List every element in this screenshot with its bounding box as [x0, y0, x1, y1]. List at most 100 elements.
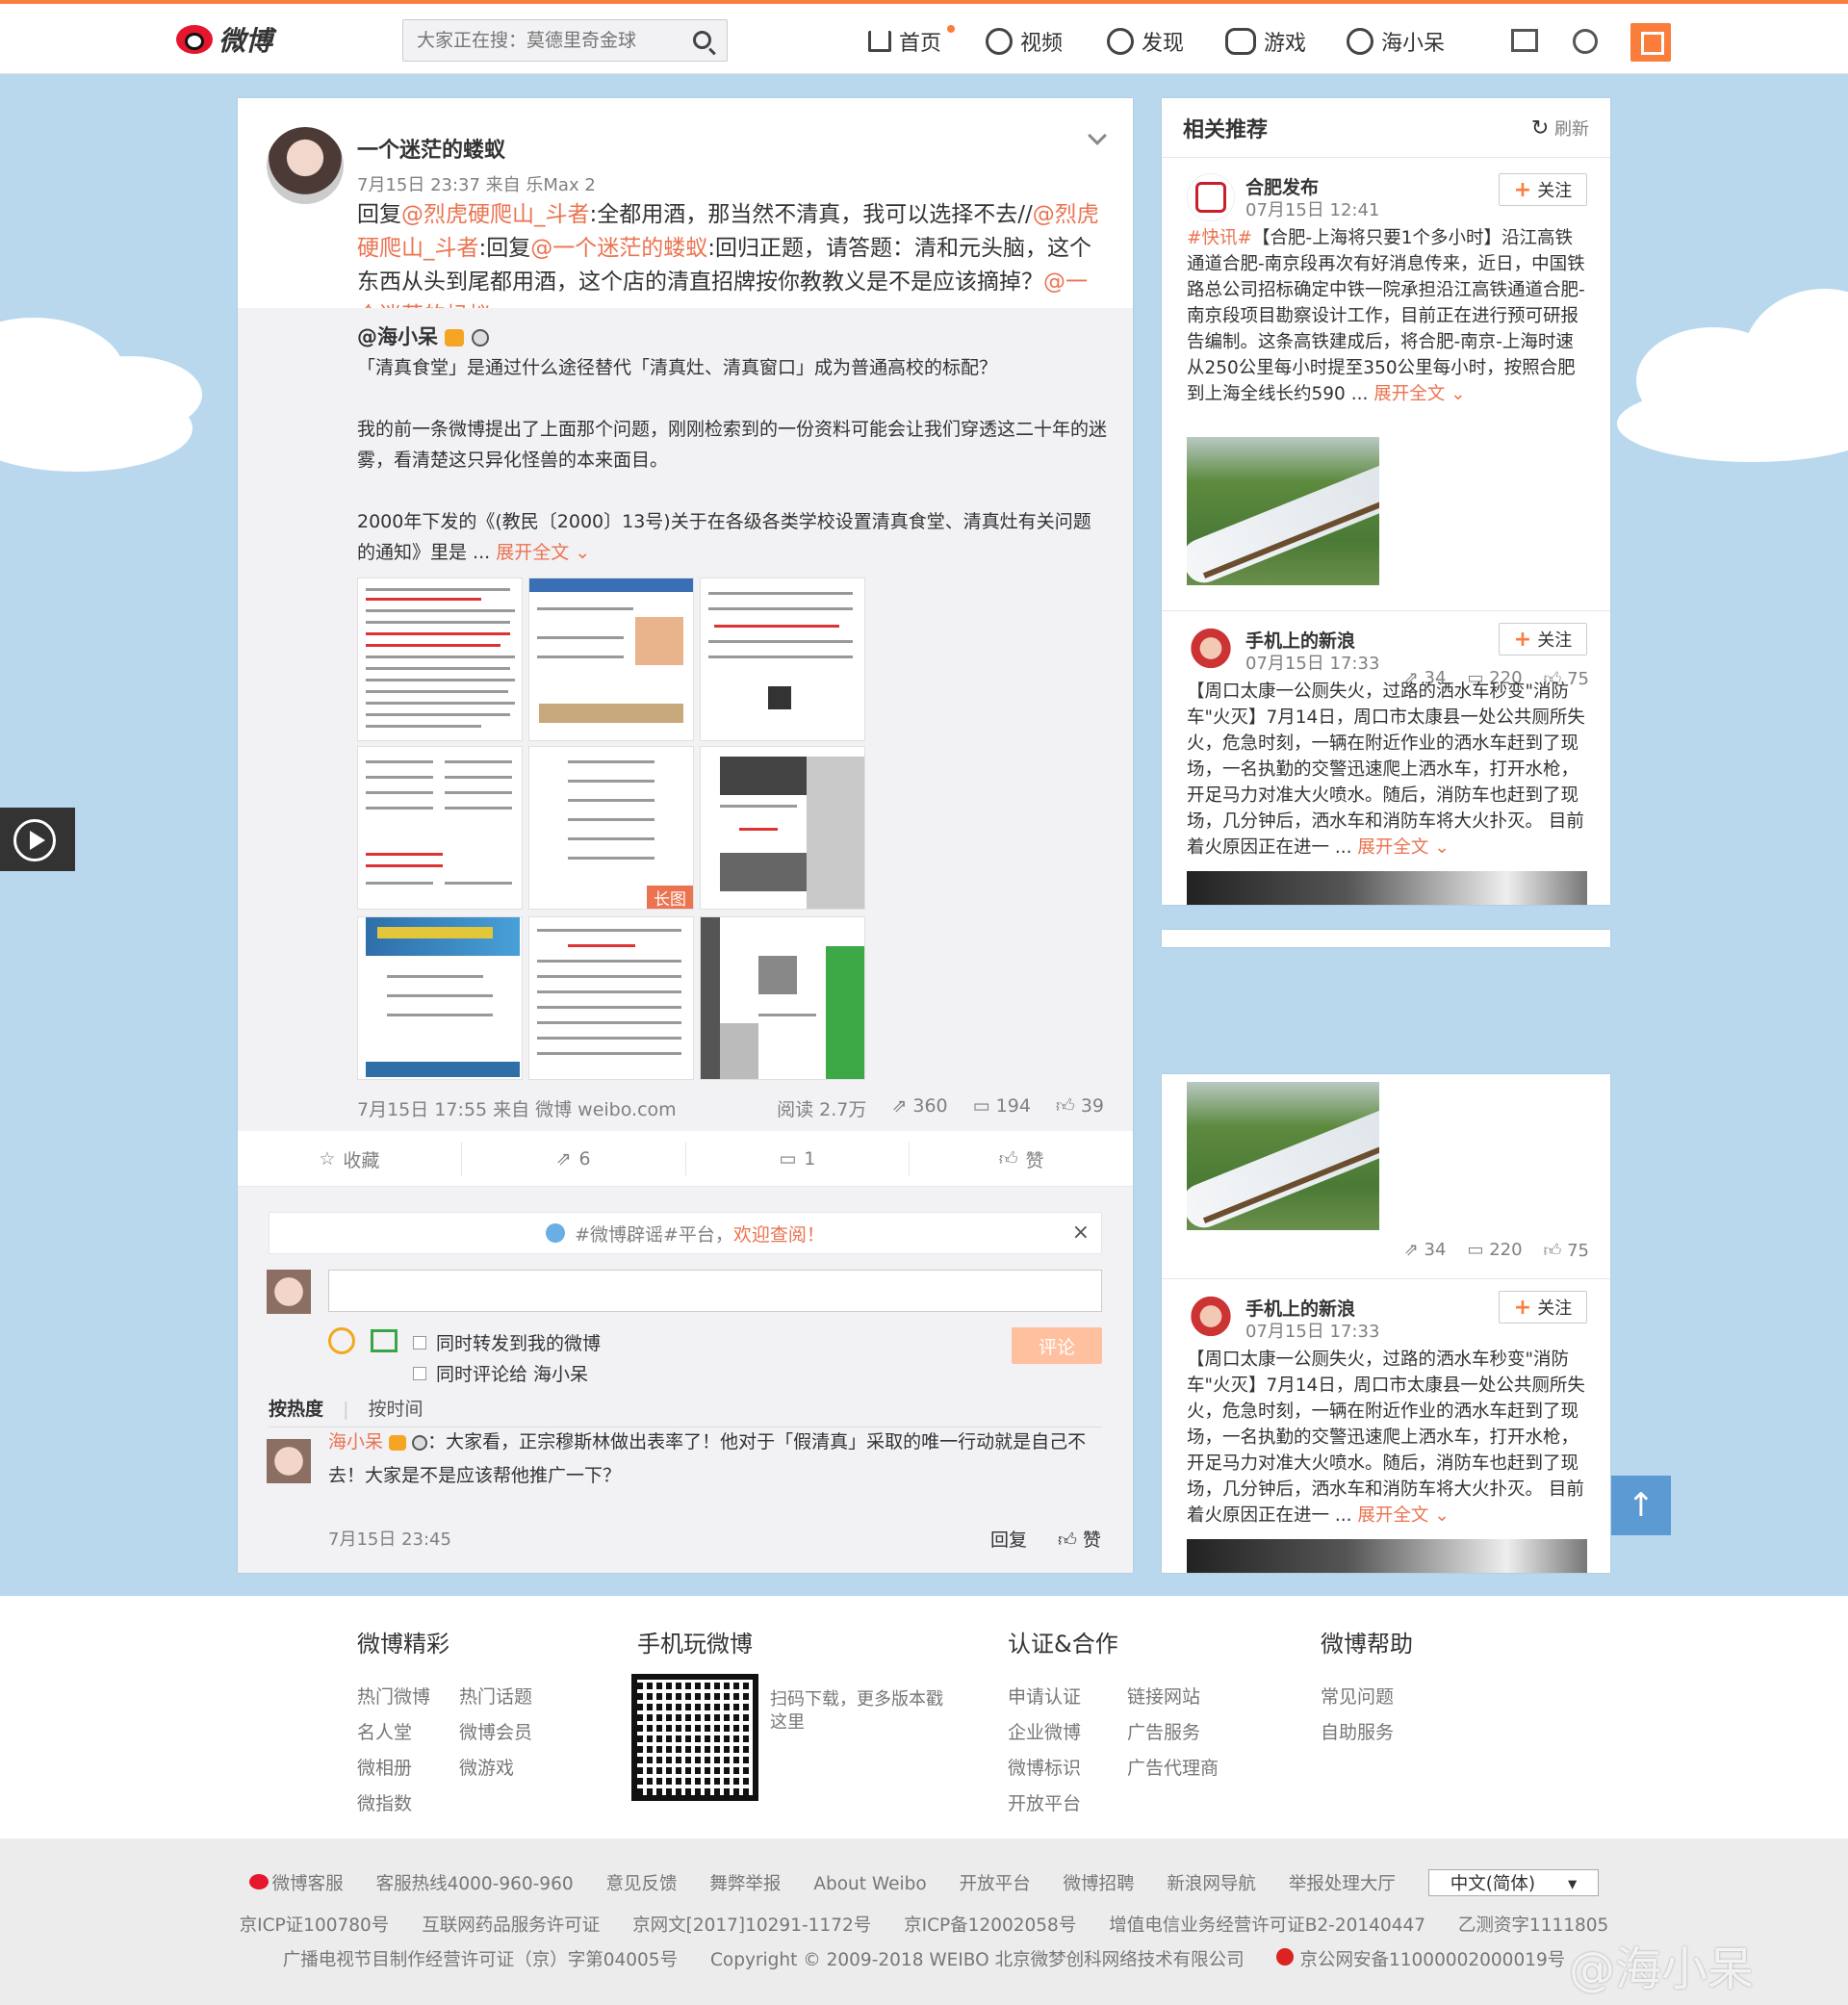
checkbox[interactable] — [413, 1335, 426, 1350]
nav-home[interactable]: 首页 — [868, 21, 955, 62]
footer-link[interactable]: 名人堂 — [357, 1715, 459, 1751]
avatar[interactable] — [1187, 1295, 1235, 1343]
train-photo[interactable] — [1187, 1082, 1379, 1230]
footer-link[interactable]: 常见问题 — [1321, 1680, 1413, 1715]
expand-link[interactable]: 展开全文 — [496, 542, 569, 563]
footer-link[interactable]: 广播电视节目制作经营许可证（京）字第04005号 — [283, 1950, 678, 1970]
footer-link[interactable]: 互联网药品服务许可证 — [422, 1915, 600, 1936]
image-thumbnail[interactable] — [357, 578, 523, 741]
side-video-player[interactable] — [0, 808, 75, 871]
footer-link[interactable]: 热门话题 — [459, 1680, 561, 1715]
like-count[interactable]: 👍︎ 39 — [1056, 1095, 1104, 1121]
sort-by-time[interactable]: 按时间 — [369, 1399, 424, 1420]
favorite-button[interactable]: ☆ 收藏 — [238, 1143, 462, 1175]
original-author[interactable]: @海小呆 — [357, 321, 489, 350]
footer-link[interactable]: 广告代理商 — [1127, 1751, 1243, 1787]
expand-link[interactable]: 展开全文 — [1357, 1505, 1428, 1526]
refresh-button[interactable]: ↻ 刷新 — [1531, 116, 1589, 141]
footer-link[interactable]: 自助服务 — [1321, 1715, 1413, 1751]
my-avatar[interactable] — [267, 1270, 311, 1314]
footer-link[interactable]: 客服热线4000-960-960 — [376, 1874, 574, 1894]
footer-link[interactable]: 开放平台 — [1008, 1787, 1127, 1822]
comment-count[interactable]: ▭ 220 — [1467, 1240, 1522, 1261]
compose-button[interactable] — [1630, 23, 1671, 62]
follow-button[interactable]: + 关注 — [1499, 623, 1587, 655]
footer-link[interactable]: 意见反馈 — [606, 1874, 678, 1894]
sort-by-hot[interactable]: 按热度 — [269, 1399, 323, 1420]
repost-button[interactable]: ⇗ 6 — [462, 1143, 686, 1175]
follow-button[interactable]: + 关注 — [1499, 1291, 1587, 1324]
gear-icon[interactable] — [1573, 29, 1598, 54]
footer-link[interactable]: 广告服务 — [1127, 1715, 1243, 1751]
language-select[interactable]: 中文(简体) ▾ — [1427, 1869, 1600, 1896]
image-upload-icon[interactable] — [371, 1329, 398, 1352]
comment-button[interactable]: ▭ 1 — [686, 1143, 911, 1175]
footer-link[interactable]: 新浪网导航 — [1167, 1874, 1256, 1894]
footer-link[interactable]: 微博会员 — [459, 1715, 561, 1751]
weibo-logo[interactable]: 微博 — [176, 17, 272, 62]
footer-link[interactable]: About Weibo — [813, 1874, 926, 1894]
footer-link[interactable]: 微博客服 — [272, 1874, 344, 1894]
comment-count[interactable]: ▭ 194 — [973, 1095, 1031, 1121]
search-icon[interactable] — [693, 31, 711, 49]
avatar[interactable] — [1187, 627, 1235, 675]
post-time[interactable]: 7月15日 23:37 来自 乐Max 2 — [357, 171, 596, 196]
image-thumbnail[interactable] — [700, 578, 865, 741]
nav-profile[interactable]: 海小呆 — [1347, 21, 1445, 62]
notice-link[interactable]: 欢迎查阅！ — [733, 1221, 825, 1247]
account-name[interactable]: 手机上的新浪 — [1245, 1295, 1355, 1321]
footer-link[interactable]: 热门微博 — [357, 1680, 459, 1715]
submit-comment-button[interactable]: 评论 — [1012, 1327, 1102, 1364]
footer-link[interactable]: 微相册 — [357, 1751, 459, 1787]
footer-link[interactable]: 申请认证 — [1008, 1680, 1127, 1715]
mention-link[interactable]: @烈虎硬爬山_斗者 — [401, 202, 590, 227]
emoji-icon[interactable] — [328, 1327, 355, 1354]
account-name[interactable]: 手机上的新浪 — [1245, 627, 1355, 653]
follow-button[interactable]: + 关注 — [1499, 173, 1587, 206]
comment-input[interactable] — [328, 1270, 1102, 1312]
close-icon[interactable]: × — [1072, 1221, 1090, 1245]
mail-icon[interactable] — [1511, 29, 1538, 52]
footer-link[interactable]: 微博标识 — [1008, 1751, 1127, 1787]
chevron-down-icon[interactable]: ⌄ — [575, 542, 590, 563]
image-thumbnail[interactable] — [357, 746, 523, 910]
image-thumbnail[interactable] — [357, 916, 523, 1080]
nav-discover[interactable]: 发现 — [1107, 21, 1184, 62]
back-to-top-button[interactable]: ↑ — [1611, 1476, 1671, 1535]
video-thumbnail[interactable] — [1187, 871, 1587, 905]
image-thumbnail[interactable]: 长图 — [528, 746, 694, 910]
checkbox[interactable] — [413, 1366, 426, 1380]
qr-code[interactable] — [631, 1674, 758, 1801]
footer-link[interactable]: 京ICP备12002058号 — [904, 1915, 1076, 1936]
commenter-avatar[interactable] — [267, 1439, 311, 1483]
post-time[interactable]: 07月15日 12:41 — [1245, 196, 1379, 221]
app-download-link[interactable]: 扫码下载，更多版本戳这里 — [770, 1688, 943, 1735]
footer-link[interactable]: 微指数 — [357, 1787, 459, 1822]
repost-checkbox[interactable]: 同时转发到我的微博 — [413, 1329, 601, 1355]
account-name[interactable]: 合肥发布 — [1245, 173, 1319, 199]
chevron-down-icon[interactable] — [1088, 126, 1107, 145]
image-thumbnail[interactable] — [528, 578, 694, 741]
footer-link[interactable]: 京网文[2017]10291-1172号 — [632, 1915, 871, 1936]
expand-link[interactable]: 展开全文 — [1357, 837, 1428, 858]
image-thumbnail[interactable] — [700, 746, 865, 910]
commenter-name[interactable]: 海小呆 — [328, 1431, 383, 1452]
like-button[interactable]: 👍︎ 赞 — [910, 1143, 1133, 1175]
comment-like-button[interactable]: 👍︎ 赞 — [1058, 1526, 1101, 1552]
topic-link[interactable]: #快讯# — [1187, 228, 1252, 248]
footer-link[interactable]: 链接网站 — [1127, 1680, 1243, 1715]
search-input[interactable] — [403, 20, 682, 61]
original-meta[interactable]: 7月15日 17:55 来自 微博 weibo.com — [357, 1095, 677, 1121]
nav-games[interactable]: 游戏 — [1225, 21, 1306, 62]
footer-link[interactable]: 微博招聘 — [1064, 1874, 1135, 1894]
post-time[interactable]: 07月15日 17:33 — [1245, 1318, 1379, 1343]
footer-link[interactable]: 舞弊举报 — [709, 1874, 781, 1894]
reply-button[interactable]: 回复 — [990, 1526, 1027, 1552]
expand-link[interactable]: 展开全文 — [1373, 384, 1445, 404]
mention-link[interactable]: @一个迷茫的蝼蚁 — [530, 236, 707, 261]
footer-link[interactable]: 京ICP证100780号 — [240, 1915, 390, 1936]
like-count[interactable]: 👍︎ 75 — [1544, 1240, 1589, 1261]
avatar[interactable] — [1187, 173, 1235, 221]
footer-link[interactable]: 增值电信业务经营许可证B2-20140447 — [1109, 1915, 1425, 1936]
post-author[interactable]: 一个迷茫的蝼蚁 — [357, 133, 505, 164]
